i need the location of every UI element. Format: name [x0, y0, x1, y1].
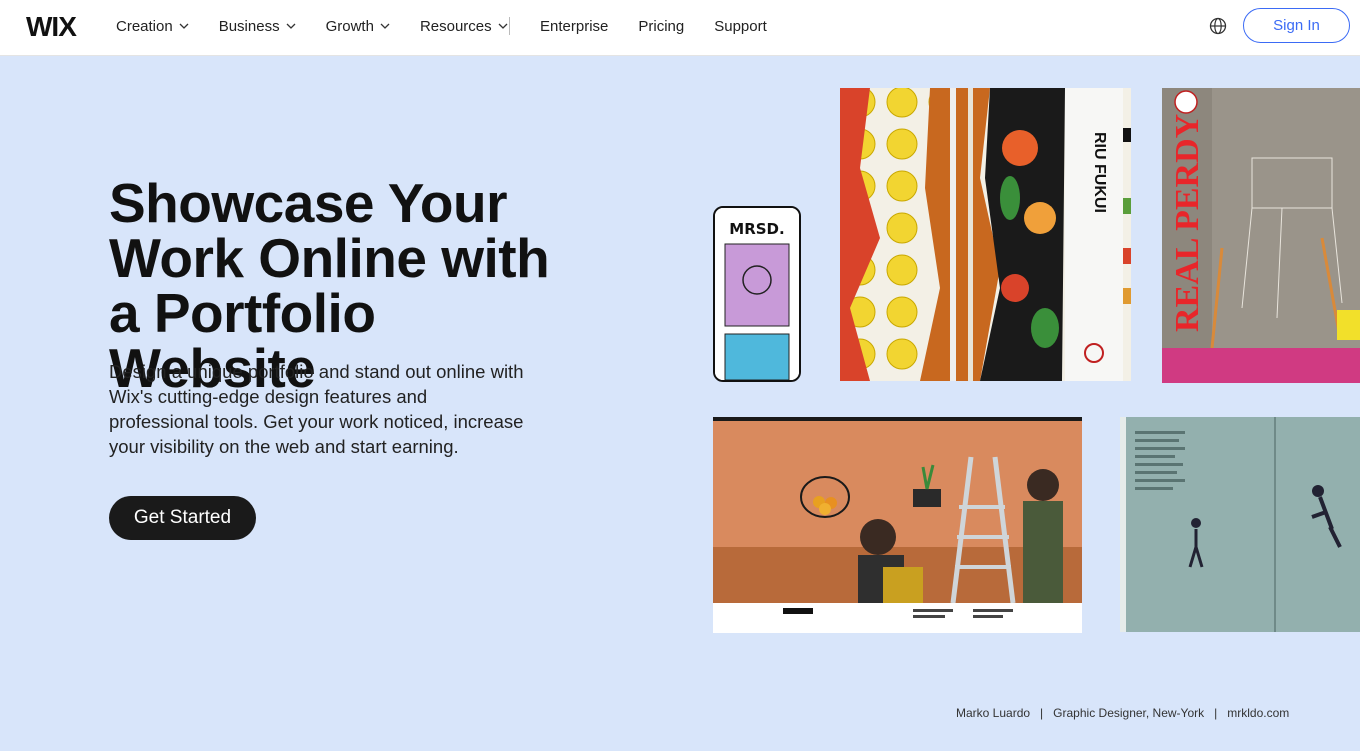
portfolio-card-real-perdy: REAL PERDY: [1162, 88, 1360, 383]
globe-icon[interactable]: [1209, 17, 1227, 35]
phone-screen-image: MRSD.: [715, 208, 799, 380]
workshop-photo-image: [713, 417, 1082, 633]
nav-pricing[interactable]: Pricing: [638, 18, 684, 35]
magazine-spread-image: [1120, 417, 1360, 632]
nav-growth-label: Growth: [325, 17, 374, 35]
nav-enterprise[interactable]: Enterprise: [540, 18, 608, 35]
get-started-button[interactable]: Get Started: [109, 496, 256, 540]
portfolio-card-magazine: [1120, 417, 1360, 632]
credit-site-link[interactable]: mrkldo.com: [1227, 706, 1289, 720]
phone-mockup: MRSD.: [713, 206, 801, 382]
svg-text:RIU FUKUI: RIU FUKUI: [1091, 132, 1108, 213]
credit-role: Graphic Designer, New-York: [1053, 706, 1205, 720]
top-header: WIX Creation Business Growth Resources E…: [0, 0, 1360, 56]
nav-growth[interactable]: Growth: [326, 18, 390, 35]
portfolio-card-photo: [713, 417, 1082, 633]
fukui-collage-image: RIU FUKUI: [840, 88, 1131, 381]
chevron-down-icon: [179, 23, 189, 29]
credit-separator: |: [1040, 706, 1044, 720]
svg-text:REAL PERDY: REAL PERDY: [1169, 114, 1206, 332]
nav-business-label: Business: [218, 17, 280, 35]
hero-description: Design a unique portfolio and stand out …: [109, 361, 524, 457]
nav-resources[interactable]: Resources: [420, 18, 508, 35]
credit-separator: |: [1214, 706, 1218, 720]
svg-text:MRSD.: MRSD.: [729, 220, 784, 238]
secondary-nav: Enterprise Pricing Support: [540, 0, 797, 52]
nav-business[interactable]: Business: [219, 18, 296, 35]
chevron-down-icon: [286, 23, 296, 29]
credit-name: Marko Luardo: [956, 706, 1031, 720]
wix-logo[interactable]: WIX: [26, 13, 88, 39]
sign-in-button[interactable]: Sign In: [1243, 8, 1350, 43]
svg-text:WIX: WIX: [26, 13, 77, 39]
chevron-down-icon: [380, 23, 390, 29]
nav-creation[interactable]: Creation: [116, 18, 189, 35]
nav-resources-label: Resources: [419, 17, 492, 35]
portfolio-card-fukui: RIU FUKUI: [840, 88, 1131, 381]
main-nav: Creation Business Growth Resources: [116, 0, 508, 52]
nav-creation-label: Creation: [116, 17, 173, 35]
nav-support[interactable]: Support: [714, 18, 767, 35]
nav-divider: [509, 17, 510, 35]
chevron-down-icon: [498, 23, 508, 29]
real-perdy-image: REAL PERDY: [1162, 88, 1360, 383]
portfolio-credit: Marko Luardo | Graphic Designer, New-Yor…: [956, 706, 1299, 720]
